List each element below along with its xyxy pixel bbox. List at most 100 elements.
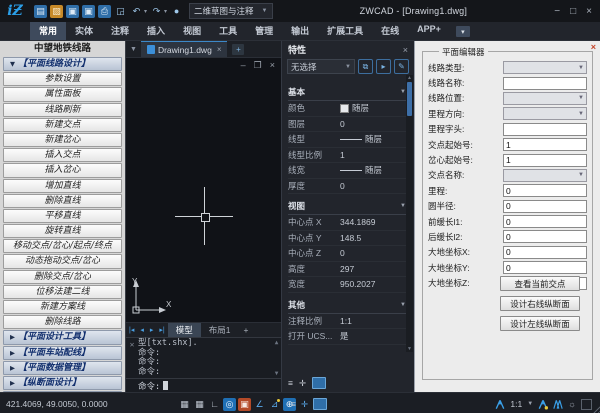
sidebar-button-动态拖动交点/岔心[interactable]: 动态拖动交点/岔心: [3, 254, 122, 268]
polar-tracking-icon[interactable]: ▣: [238, 398, 251, 411]
button-查看当前交点[interactable]: 查看当前交点: [500, 276, 580, 291]
sidebar-button-移动交点/岔心/起点/终点[interactable]: 移动交点/岔心/起点/终点: [3, 239, 122, 253]
ribbon-tab-注释[interactable]: 注释: [102, 22, 138, 40]
properties-close-icon[interactable]: ×: [403, 45, 408, 55]
online-help-icon[interactable]: ●: [170, 5, 183, 18]
annotation-monitor-icon[interactable]: ⊿: [268, 398, 281, 411]
field-select[interactable]: ▼: [503, 169, 587, 182]
property-row[interactable]: 中心点 Z0: [288, 246, 406, 262]
ribbon-tab-工具[interactable]: 工具: [210, 22, 246, 40]
child-close-button[interactable]: ×: [270, 60, 275, 71]
last-layout-icon[interactable]: ▸|: [156, 326, 167, 334]
plot-preview-icon[interactable]: ◲: [114, 5, 127, 18]
sidebar-button-删除交点/岔心[interactable]: 删除交点/岔心: [3, 270, 122, 284]
field-input[interactable]: 1: [503, 154, 587, 167]
command-scrollbar[interactable]: ▲ ▼: [272, 338, 281, 378]
sidebar-section-【平面车站配线】[interactable]: ▶【平面车站配线】: [3, 346, 122, 360]
clean-screen-icon[interactable]: [581, 399, 592, 410]
annotation-scale-value[interactable]: 1:1: [510, 399, 522, 409]
scroll-down-icon[interactable]: ▼: [407, 346, 412, 352]
ortho-mode-icon[interactable]: ∟: [208, 398, 221, 411]
properties-menu-icon[interactable]: ≡: [291, 399, 296, 409]
float-window-icon[interactable]: [312, 377, 326, 389]
chevron-down-icon[interactable]: ▾: [144, 8, 147, 15]
sidebar-button-增加直线[interactable]: 增加直线: [3, 179, 122, 193]
sidebar-button-删除直线[interactable]: 删除直线: [3, 194, 122, 208]
doc-tabs-menu-icon[interactable]: ▼: [126, 46, 141, 53]
ribbon-toggle-icon[interactable]: ▾: [456, 26, 470, 37]
field-input[interactable]: [503, 123, 587, 136]
sidebar-section-【平面设计工具】[interactable]: ▶【平面设计工具】: [3, 330, 122, 344]
field-input[interactable]: [503, 77, 587, 90]
ribbon-tab-常用[interactable]: 常用: [30, 22, 66, 40]
properties-section-其他[interactable]: 其他▼: [288, 297, 406, 314]
property-row[interactable]: 厚度0: [288, 179, 406, 195]
sidebar-button-位移法建二线[interactable]: 位移法建二线: [3, 285, 122, 299]
property-row[interactable]: 颜色随层: [288, 101, 406, 117]
ribbon-tab-管理[interactable]: 管理: [246, 22, 282, 40]
button-设计右线纵断面[interactable]: 设计右线纵断面: [500, 296, 580, 311]
ribbon-tab-输出[interactable]: 输出: [282, 22, 318, 40]
field-select[interactable]: ▼: [503, 107, 587, 120]
property-row[interactable]: 中心点 Y148.5: [288, 231, 406, 247]
ribbon-tab-扩展工具[interactable]: 扩展工具: [318, 22, 372, 40]
ribbon-tab-插入[interactable]: 插入: [138, 22, 174, 40]
gear-icon[interactable]: ☼: [568, 399, 576, 409]
pickadd-toggle-icon[interactable]: ⧉: [358, 59, 373, 74]
field-select[interactable]: ▼: [503, 92, 587, 105]
ribbon-tab-在线[interactable]: 在线: [372, 22, 408, 40]
child-restore-button[interactable]: ❐: [254, 60, 262, 71]
sidebar-button-平移直线[interactable]: 平移直线: [3, 209, 122, 223]
sidebar-section-【平面线路设计】[interactable]: ▼【平面线路设计】: [3, 57, 122, 71]
field-input[interactable]: 0: [503, 246, 587, 259]
object-snap-tracking-icon[interactable]: ∠: [253, 398, 266, 411]
pointer-add-icon[interactable]: ✛: [301, 399, 308, 410]
property-row[interactable]: 宽度950.2027: [288, 277, 406, 293]
properties-menu-icon[interactable]: ≡: [288, 378, 293, 388]
property-row[interactable]: 高度297: [288, 262, 406, 278]
print-icon[interactable]: ⎙: [98, 5, 111, 18]
next-layout-icon[interactable]: ▸: [147, 326, 157, 334]
sidebar-button-新建岔心[interactable]: 新建岔心: [3, 133, 122, 147]
sidebar-button-旋转直线[interactable]: 旋转直线: [3, 224, 122, 238]
selection-dropdown[interactable]: 无选择 ▼: [287, 59, 355, 74]
model-canvas[interactable]: – ❐ × Y X: [126, 58, 281, 322]
quick-select-icon[interactable]: ✎: [394, 59, 409, 74]
undo-icon[interactable]: ↶: [130, 5, 143, 18]
tab-layout1[interactable]: 布局1: [201, 323, 239, 337]
property-row[interactable]: 线宽随层: [288, 163, 406, 179]
field-input[interactable]: 1: [503, 138, 587, 151]
scroll-up-icon[interactable]: ▲: [275, 339, 279, 346]
properties-section-视图[interactable]: 视图▼: [288, 198, 406, 215]
button-设计左线纵断面[interactable]: 设计左线纵断面: [500, 316, 580, 331]
chevron-down-icon[interactable]: ▾: [164, 8, 167, 15]
properties-scrollbar[interactable]: ▲ ▼: [406, 75, 413, 352]
property-row[interactable]: 注释比例1:1: [288, 314, 406, 330]
save-as-icon[interactable]: ▣: [82, 5, 95, 18]
sidebar-button-参数设置[interactable]: 参数设置: [3, 72, 122, 86]
object-snap-icon[interactable]: ◎: [223, 398, 236, 411]
sidebar-button-新建方案线[interactable]: 新建方案线: [3, 300, 122, 314]
close-command-icon[interactable]: ✕: [126, 338, 138, 378]
add-layout-button[interactable]: +: [238, 325, 253, 335]
sidebar-button-新建交点[interactable]: 新建交点: [3, 118, 122, 132]
first-layout-icon[interactable]: |◂: [126, 326, 137, 334]
sidebar-section-【纵断面设计】[interactable]: ▶【纵断面设计】: [3, 376, 122, 390]
ribbon-tab-APP+[interactable]: APP+: [408, 22, 450, 40]
document-tab[interactable]: Drawing1.dwg ×: [141, 41, 228, 57]
maximize-button[interactable]: □: [570, 6, 576, 17]
close-button[interactable]: ×: [586, 6, 592, 17]
property-row[interactable]: 打开 UCS...是: [288, 329, 406, 345]
field-input[interactable]: 0: [503, 215, 587, 228]
redo-icon[interactable]: ↷: [150, 5, 163, 18]
property-row[interactable]: 中心点 X344.1869: [288, 215, 406, 231]
command-prompt[interactable]: 命令:: [126, 378, 281, 392]
sidebar-button-插入交点[interactable]: 插入交点: [3, 148, 122, 162]
sidebar-button-删除线路[interactable]: 删除线路: [3, 315, 122, 329]
field-input[interactable]: 0: [503, 200, 587, 213]
auto-annotation-icon[interactable]: [538, 399, 548, 410]
sidebar-button-线路刷新[interactable]: 线路刷新: [3, 103, 122, 117]
field-select[interactable]: ▼: [503, 61, 587, 74]
sidebar-section-【平面数据管理】[interactable]: ▶【平面数据管理】: [3, 361, 122, 375]
workspace-dropdown[interactable]: 二维草图与注释 ▼: [189, 3, 272, 19]
